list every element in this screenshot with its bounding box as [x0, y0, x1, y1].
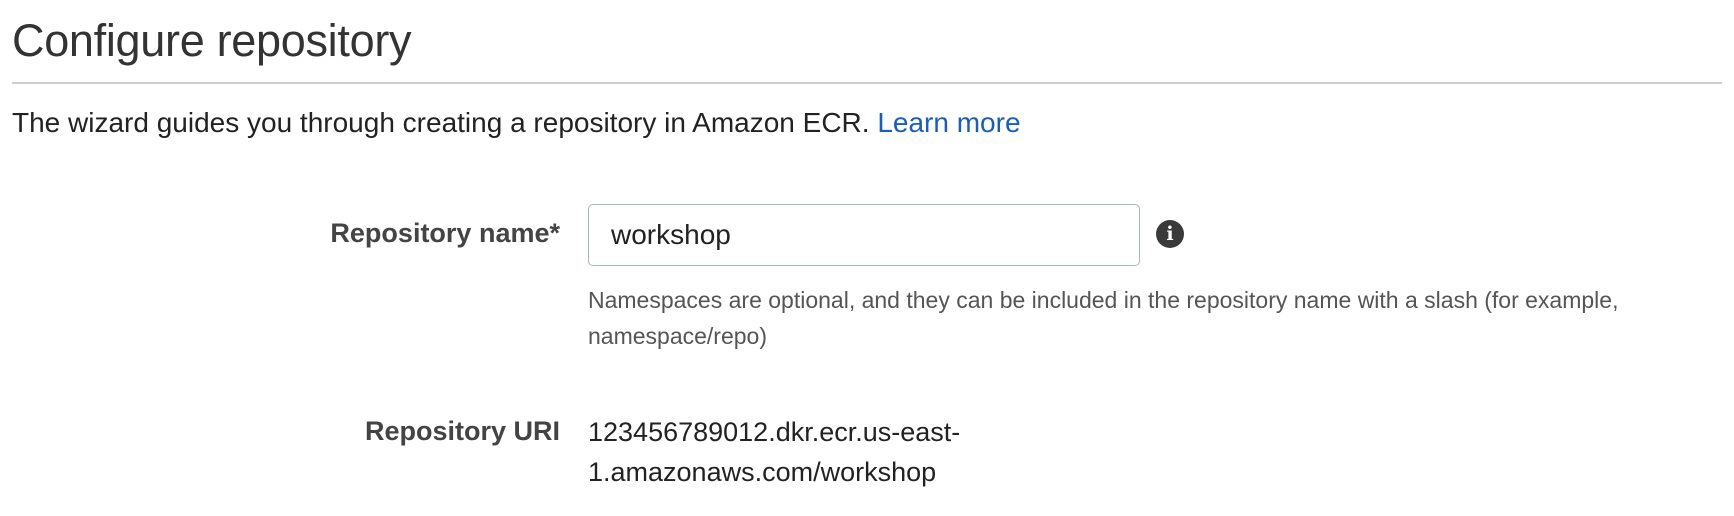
intro-paragraph: The wizard guides you through creating a…: [12, 105, 1021, 141]
info-icon[interactable]: i: [1156, 220, 1184, 248]
title-divider: [12, 82, 1722, 84]
repository-name-input[interactable]: [588, 204, 1140, 266]
repository-uri-line-2: 1.amazonaws.com/workshop: [588, 457, 937, 487]
intro-text: The wizard guides you through creating a…: [12, 107, 878, 138]
learn-more-link[interactable]: Learn more: [877, 107, 1020, 138]
repository-uri-line-1: 123456789012.dkr.ecr.us-east-: [588, 417, 961, 447]
repository-uri-value: 123456789012.dkr.ecr.us-east- 1.amazonaw…: [588, 412, 1008, 492]
repository-uri-label: Repository URI: [364, 416, 560, 446]
repository-name-help-text: Namespaces are optional, and they can be…: [588, 287, 1619, 349]
page-title: Configure repository: [12, 15, 412, 66]
repository-name-label: Repository name*: [330, 218, 560, 248]
